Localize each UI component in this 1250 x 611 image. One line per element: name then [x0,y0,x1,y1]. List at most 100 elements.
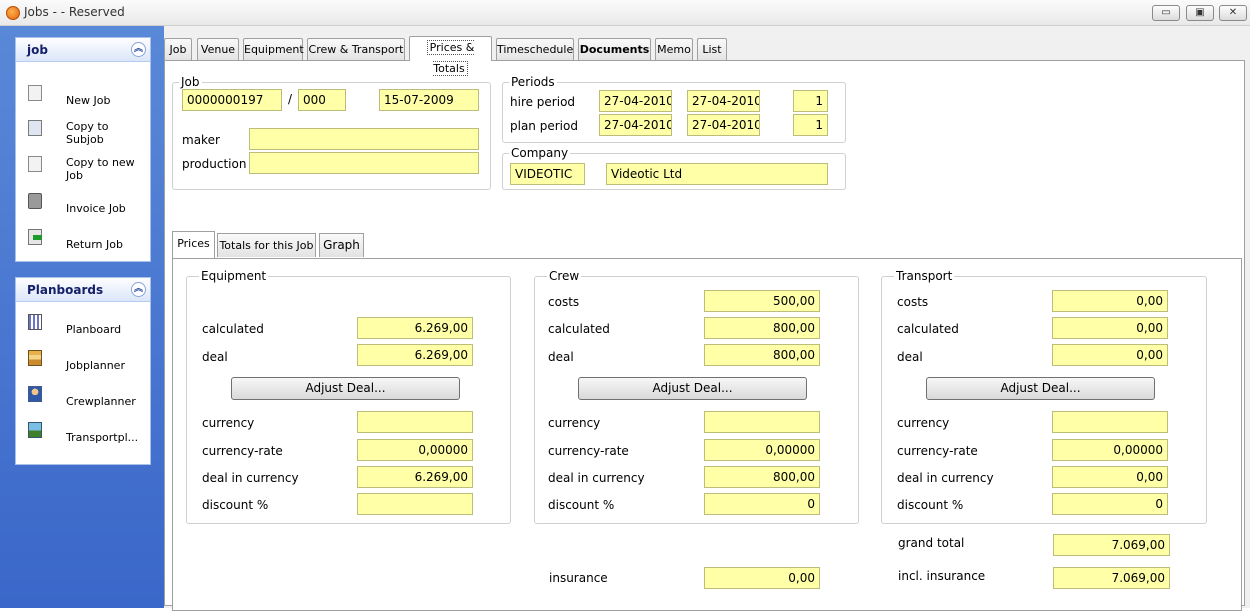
crew-group-title: Crew [547,269,582,283]
sidebar-item-transportplanner[interactable]: Transportpl... [28,422,148,452]
collapse-icon[interactable]: ︽ [131,282,146,297]
tab-documents[interactable]: Documents [578,38,651,60]
tab-equipment[interactable]: Equipment [243,38,304,60]
sidebar-item-new-job[interactable]: New Job [28,85,148,115]
plan-period-label: plan period [510,119,578,133]
transport-calculated-label: calculated [897,322,959,336]
transport-adjust-deal-button[interactable]: Adjust Deal... [926,377,1155,400]
hire-period-days-field[interactable]: 1 [793,90,828,112]
sidebar-item-return-job[interactable]: Return Job [28,229,148,259]
collapse-icon[interactable]: ︽ [131,42,146,57]
transport-costs-field[interactable]: 0,00 [1052,290,1168,312]
equipment-deal-field[interactable]: 6.269,00 [357,344,473,366]
job-group-title: Job [179,75,202,89]
transport-currency-rate-label: currency-rate [897,444,978,458]
crew-currency-rate-field[interactable]: 0,00000 [704,439,820,461]
plan-period-days-field[interactable]: 1 [793,114,828,136]
sidebar-item-label: Invoice Job [66,202,126,215]
crew-costs-label: costs [548,295,580,309]
job-group: Job 0000000197 / 000 15-07-2009 maker pr… [172,75,491,190]
tab-list[interactable]: List [697,38,727,60]
sidebar-item-crewplanner[interactable]: Crewplanner [28,386,148,416]
transport-costs-label: costs [897,295,929,309]
equipment-deal-in-currency-field[interactable]: 6.269,00 [357,466,473,488]
job-date-field[interactable]: 15-07-2009 [379,89,479,111]
crew-deal-in-currency-field[interactable]: 800,00 [704,466,820,488]
job-sub-number-field[interactable]: 000 [298,89,346,111]
crew-currency-label: currency [548,416,601,430]
crew-costs-field[interactable]: 500,00 [704,290,820,312]
tab-job[interactable]: Job [164,38,192,60]
subtab-prices[interactable]: Prices [172,231,215,258]
job-number-separator: / [288,92,293,106]
planboards-panel-header[interactable]: Planboards ︽ [16,278,150,302]
printer-icon [28,193,42,209]
tab-venue[interactable]: Venue [197,38,239,60]
sidebar-item-label: Jobplanner [66,359,125,372]
crew-deal-field[interactable]: 800,00 [704,344,820,366]
crew-currency-field[interactable] [704,411,820,433]
sidebar: job ︽ New Job Copy to Subjob Copy to new… [0,26,164,608]
equipment-discount-field[interactable] [357,493,473,515]
sidebar-item-copy-to-subjob[interactable]: Copy to Subjob [28,120,148,150]
crew-discount-field[interactable]: 0 [704,493,820,515]
transport-discount-field[interactable]: 0 [1052,493,1168,515]
sidebar-item-jobplanner[interactable]: Jobplanner [28,350,148,380]
equipment-currency-label: currency [202,416,255,430]
plan-period-from-field[interactable]: 27-04-2010 [599,114,672,136]
sidebar-item-planboard[interactable]: Planboard [28,314,148,344]
tab-prices-totals[interactable]: Prices & Totals [409,36,492,76]
grand-total-field[interactable]: 7.069,00 [1053,534,1170,556]
new-document-icon [28,85,42,101]
sidebar-item-copy-to-new-job[interactable]: Copy to new Job [28,156,148,186]
transport-calculated-field[interactable]: 0,00 [1052,317,1168,339]
equipment-group-title: Equipment [199,269,269,283]
transport-discount-label: discount % [897,498,964,512]
hire-period-to-field[interactable]: 27-04-2010 [687,90,760,112]
company-name-field[interactable]: Videotic Ltd [606,163,828,185]
plan-period-to-field[interactable]: 27-04-2010 [687,114,760,136]
transportplanner-icon [28,422,42,438]
tab-timeschedule[interactable]: Timeschedule [496,38,574,60]
equipment-currency-field[interactable] [357,411,473,433]
transport-currency-rate-field[interactable]: 0,00000 [1052,439,1168,461]
transport-deal-field[interactable]: 0,00 [1052,344,1168,366]
company-code-field[interactable]: VIDEOTIC [510,163,585,185]
job-number-field[interactable]: 0000000197 [182,89,282,111]
production-field[interactable] [249,152,479,174]
equipment-calculated-label: calculated [202,322,264,336]
tab-memo[interactable]: Memo [655,38,693,60]
insurance-field[interactable]: 0,00 [704,567,820,589]
transport-deal-in-currency-field[interactable]: 0,00 [1052,466,1168,488]
maker-field[interactable] [249,128,479,150]
subtab-totals-for-this-job[interactable]: Totals for this Job [217,233,316,257]
equipment-deal-label: deal [202,350,228,364]
crew-adjust-deal-button[interactable]: Adjust Deal... [578,377,807,400]
window-title: Jobs - - Reserved [24,5,125,19]
equipment-currency-rate-label: currency-rate [202,444,283,458]
equipment-calculated-field[interactable]: 6.269,00 [357,317,473,339]
tab-crew-transport[interactable]: Crew & Transport [307,38,405,60]
hire-period-from-field[interactable]: 27-04-2010 [599,90,672,112]
incl-insurance-field[interactable]: 7.069,00 [1053,567,1170,589]
planboard-icon [28,314,42,330]
transport-currency-field[interactable] [1052,411,1168,433]
hire-period-label: hire period [510,95,576,109]
minimize-button[interactable]: ▭ [1152,5,1180,21]
crewplanner-icon [28,386,42,402]
grand-total-label: grand total [898,536,965,550]
crew-calculated-field[interactable]: 800,00 [704,317,820,339]
subtab-graph[interactable]: Graph [319,233,364,257]
close-button[interactable]: ✕ [1219,5,1247,21]
job-panel-header[interactable]: job ︽ [16,38,150,62]
job-panel-title: job [27,43,48,57]
return-arrow-icon [28,229,42,245]
crew-currency-rate-label: currency-rate [548,444,629,458]
maximize-button[interactable]: ▣ [1186,5,1214,21]
transport-deal-in-currency-label: deal in currency [897,471,994,485]
sidebar-item-invoice-job[interactable]: Invoice Job [28,193,148,223]
equipment-currency-rate-field[interactable]: 0,00000 [357,439,473,461]
equipment-adjust-deal-button[interactable]: Adjust Deal... [231,377,460,400]
app-icon [6,6,20,20]
copy-icon [28,120,42,136]
